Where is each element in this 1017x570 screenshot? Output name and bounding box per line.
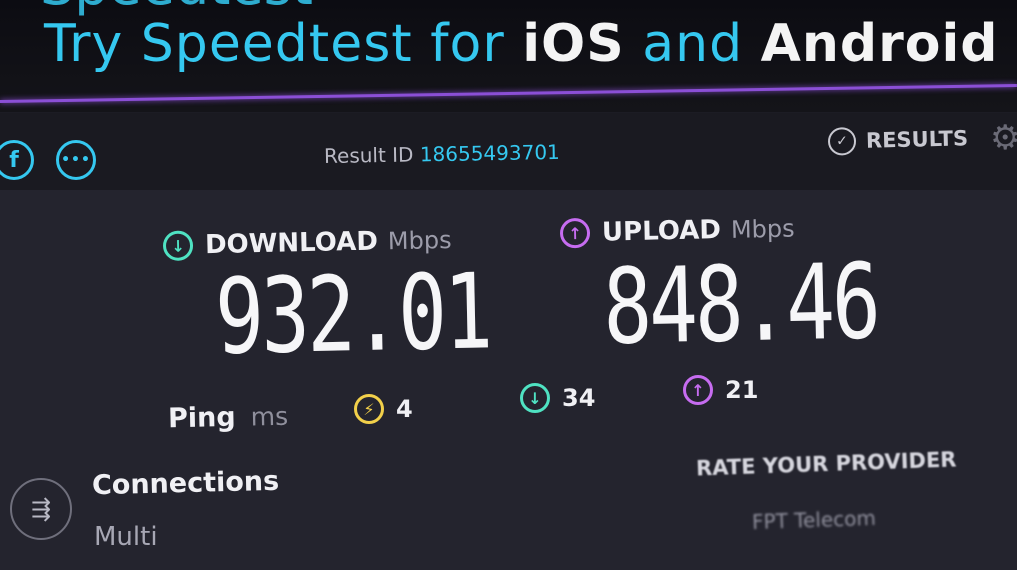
download-arrow-icon: ↓: [162, 230, 194, 262]
connections-value[interactable]: Multi: [94, 522, 158, 552]
ping-unit: ms: [250, 401, 289, 432]
upload-arrow-icon: ↑: [683, 375, 713, 405]
result-id-value[interactable]: 18655493701: [420, 140, 560, 166]
banner-android-link[interactable]: Android: [761, 14, 999, 74]
gear-icon[interactable]: ⚙: [990, 118, 1017, 158]
ping-download[interactable]: ↓ 34: [520, 383, 595, 413]
more-share-button[interactable]: •••: [56, 140, 96, 180]
banner-prefix: Try Speedtest for: [44, 14, 523, 74]
check-circle-icon: ✓: [827, 127, 857, 156]
download-arrow-icon: ↓: [520, 383, 550, 413]
more-icon: •••: [61, 152, 91, 168]
connections-title: Connections: [91, 465, 280, 502]
upload-unit: Mbps: [730, 214, 795, 244]
connections-icon[interactable]: ⇶: [10, 478, 72, 540]
facebook-icon: f: [9, 147, 19, 173]
banner-ios-link[interactable]: iOS: [522, 14, 624, 74]
banner-headline[interactable]: Try Speedtest for iOS and Android: [44, 14, 999, 74]
ping-label: Ping: [167, 401, 236, 435]
banner-and: and: [624, 14, 761, 74]
result-id-label: Result ID: [323, 142, 414, 169]
upload-speed-value: 848.46: [602, 240, 879, 368]
app-banner[interactable]: Speedtest Try Speedtest for iOS and Andr…: [0, 0, 1017, 112]
provider-name: FPT Telecom: [751, 505, 877, 535]
result-id: Result ID 18655493701: [324, 140, 560, 168]
ping-upload-value: 21: [725, 376, 759, 404]
upload-arrow-icon: ↑: [559, 217, 591, 249]
ping-idle-value: 4: [396, 395, 413, 423]
download-speed-value: 932.01: [214, 250, 491, 378]
ping-icon: ⚡: [354, 394, 384, 424]
ping-header: Ping ms: [168, 401, 289, 435]
ping-idle[interactable]: ⚡ 4: [354, 394, 413, 424]
upload-label: UPLOAD: [601, 215, 722, 248]
ping-upload[interactable]: ↑ 21: [683, 375, 758, 405]
ping-download-value: 34: [562, 384, 596, 412]
results-button[interactable]: ✓ RESULTS: [827, 124, 969, 156]
results-label: RESULTS: [865, 126, 969, 153]
